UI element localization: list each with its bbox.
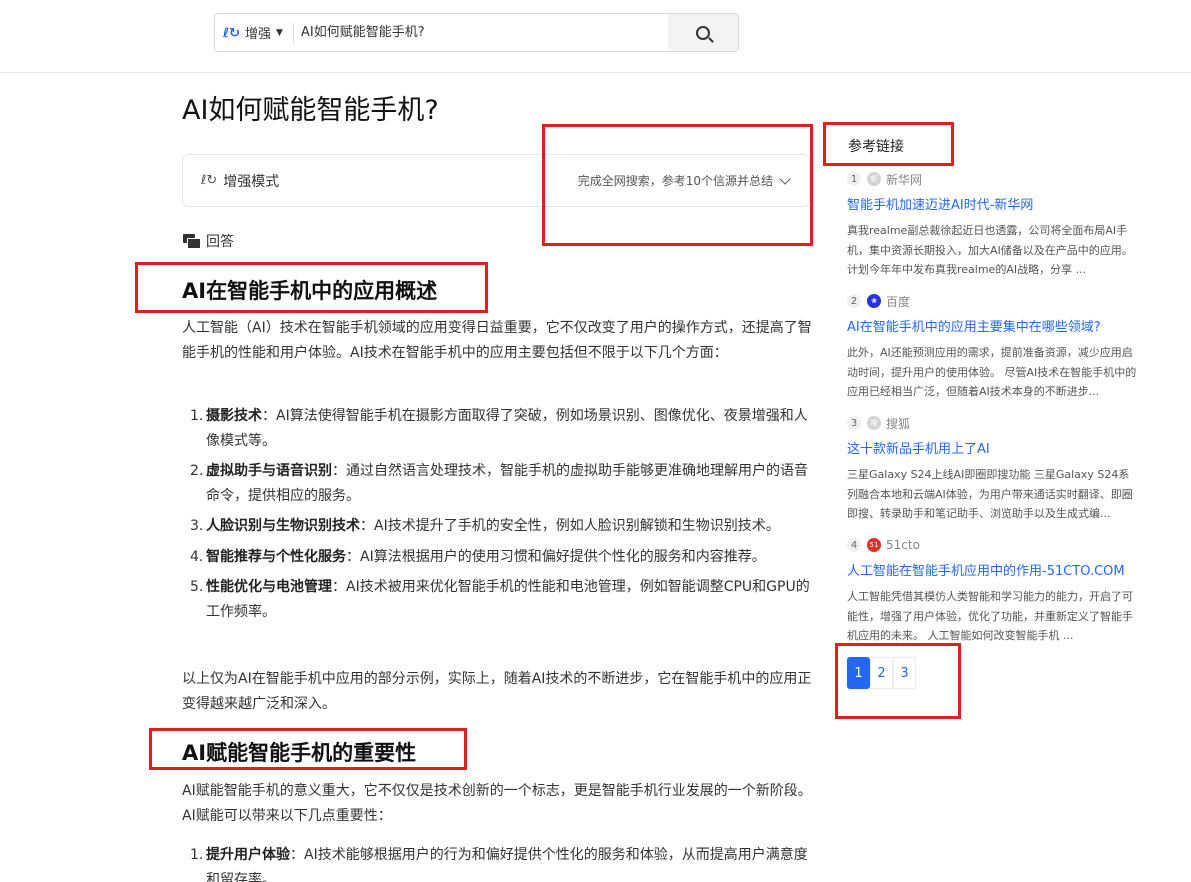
list-text: ：AI算法使得智能手机在摄影方面取得了突破，例如场景识别、图像优化、夜景增强和人… (206, 408, 808, 449)
reference-link[interactable]: 人工智能在智能手机应用中的作用-51CTO.COM (847, 560, 1137, 579)
list-item: 3. 人脸识别与生物识别技术：AI技术提升了手机的安全性，例如人脸识别解锁和生物识… (190, 514, 812, 539)
list-item: 4. 智能推荐与个性化服务：AI算法根据用户的使用习惯和偏好提供个性化的服务和内容… (190, 545, 812, 570)
reference-meta: 3 搜 搜狐 (847, 414, 1137, 432)
reference-index: 2 (847, 294, 861, 308)
list-number: 3. (190, 518, 204, 534)
list-term: 智能推荐与个性化服务 (206, 548, 346, 565)
reference-index: 4 (847, 538, 861, 552)
51cto-icon: 51 (867, 538, 881, 552)
reference-source: 51cto (886, 538, 920, 552)
answer-label: 回答 (183, 231, 234, 251)
reference-item[interactable]: 1 新 新华网 智能手机加速迈进AI时代-新华网 真我realme副总裁徐起近日… (847, 170, 1137, 280)
pagination: 1 2 3 (847, 657, 916, 689)
reference-source: 百度 (886, 294, 911, 309)
page-button-2[interactable]: 2 (870, 657, 893, 689)
xinhua-icon: 新 (867, 172, 881, 186)
search-input[interactable]: AI如何赋能智能手机? (301, 14, 425, 51)
list-term: 性能优化与电池管理 (206, 579, 332, 595)
page-button-1[interactable]: 1 (847, 657, 870, 689)
enhance-mode-icon: ℓ↻ (223, 25, 241, 41)
reference-source: 新华网 (886, 172, 923, 187)
list-number: 4. (190, 548, 204, 565)
references-title: 参考链接 (848, 139, 904, 155)
search-button[interactable] (668, 14, 738, 51)
reference-meta: 1 新 新华网 (847, 170, 1137, 188)
section-heading: AI在智能手机中的应用概述 (182, 279, 438, 303)
enhance-mode-icon: ℓ↻ (201, 173, 218, 188)
list-number: 1. (190, 847, 204, 863)
list-term: 提升用户体验 (206, 847, 290, 863)
section-intro: 人工智能（AI）技术在智能手机领域的应用变得日益重要，它不仅改变了用户的操作方式… (182, 320, 812, 361)
list-term: 虚拟助手与语音识别 (206, 463, 332, 479)
search-status-toggle[interactable]: 完成全网搜索，参考10个信源并总结 (577, 155, 791, 206)
reference-link[interactable]: 智能手机加速迈进AI时代-新华网 (847, 194, 1137, 213)
list-text: ：AI技术能够根据用户的行为和偏好提供个性化的服务和体验，从而提高用户满意度和留… (206, 847, 808, 882)
list-item: 2. 虚拟助手与语音识别：通过自然语言处理技术，智能手机的虚拟助手能够更准确地理解… (190, 459, 812, 508)
search-box[interactable]: ℓ↻ 增强 ▼ AI如何赋能智能手机? (214, 13, 739, 52)
top-bar: ℓ↻ 增强 ▼ AI如何赋能智能手机? (0, 0, 1191, 73)
section-list: 1. 提升用户体验：AI技术能够根据用户的行为和偏好提供个性化的服务和体验，从而提… (190, 843, 812, 882)
search-icon (696, 25, 710, 40)
reference-snippet: 此外，AI还能预测应用的需求，提前准备资源，减少应用启动时间，提升用户的使用体验… (847, 346, 1137, 398)
divider (293, 23, 294, 42)
section-heading: AI赋能智能手机的重要性 (182, 741, 417, 765)
mode-select-label: 增强 (245, 27, 272, 42)
mode-select[interactable]: ℓ↻ 增强 ▼ (223, 14, 283, 51)
list-item: 1. 提升用户体验：AI技术能够根据用户的行为和偏好提供个性化的服务和体验，从而提… (190, 843, 812, 882)
reference-item[interactable]: 4 51 51cto 人工智能在智能手机应用中的作用-51CTO.COM 人工智… (847, 536, 1137, 646)
list-number: 2. (190, 463, 204, 479)
reference-snippet: 真我realme副总裁徐起近日也透露，公司将全面布局AI手机，集中资源长期投入，… (847, 224, 1133, 276)
mode-card-label-text: 增强模式 (223, 173, 280, 190)
page-title: AI如何赋能智能手机? (182, 95, 439, 126)
section-list: 1. 摄影技术：AI算法使得智能手机在摄影方面取得了突破，例如场景识别、图像优化、… (190, 404, 812, 630)
reference-meta: 2 ❀ 百度 (847, 292, 1137, 310)
answer-label-text: 回答 (206, 234, 234, 250)
chat-icon (183, 234, 201, 249)
baidu-paw-icon: ❀ (867, 294, 881, 308)
page-button-3[interactable]: 3 (893, 657, 916, 689)
reference-meta: 4 51 51cto (847, 536, 1137, 554)
reference-link[interactable]: AI在智能手机中的应用主要集中在哪些领域? (847, 316, 1137, 335)
list-term: 摄影技术 (206, 408, 262, 424)
list-item: 5. 性能优化与电池管理：AI技术被用来优化智能手机的性能和电池管理，例如智能调整… (190, 575, 812, 624)
list-text: ：AI算法根据用户的使用习惯和偏好提供个性化的服务和内容推荐。 (346, 548, 766, 565)
reference-source: 搜狐 (886, 416, 911, 431)
sohu-icon: 搜 (867, 416, 881, 430)
reference-index: 3 (847, 416, 861, 430)
reference-link[interactable]: 这十款新品手机用上了AI (847, 438, 1137, 457)
reference-item[interactable]: 3 搜 搜狐 这十款新品手机用上了AI 三星Galaxy S24上线AI即圈即搜… (847, 414, 1137, 524)
mode-card[interactable]: ℓ↻ 增强模式 完成全网搜索，参考10个信源并总结 (182, 154, 810, 207)
caret-down-icon: ▼ (276, 27, 283, 38)
reference-item[interactable]: 2 ❀ 百度 AI在智能手机中的应用主要集中在哪些领域? 此外，AI还能预测应用… (847, 292, 1137, 402)
list-number: 1. (190, 408, 204, 424)
list-number: 5. (190, 579, 204, 595)
section-intro: AI赋能智能手机的意义重大，它不仅仅是技术创新的一个标志，更是智能手机行业发展的… (182, 783, 812, 824)
reference-snippet: 三星Galaxy S24上线AI即圈即搜功能 三星Galaxy S24系列融合本… (847, 468, 1133, 520)
section-outro: 以上仅为AI在智能手机中应用的部分示例，实际上，随着AI技术的不断进步，它在智能… (182, 671, 812, 712)
list-item: 1. 摄影技术：AI算法使得智能手机在摄影方面取得了突破，例如场景识别、图像优化、… (190, 404, 812, 453)
chevron-down-icon (779, 172, 791, 185)
mode-card-label: ℓ↻ 增强模式 (201, 155, 279, 206)
list-term: 人脸识别与生物识别技术 (206, 518, 360, 534)
search-status-text: 完成全网搜索，参考10个信源并总结 (577, 174, 773, 188)
reference-index: 1 (847, 172, 861, 186)
list-text: ：AI技术提升了手机的安全性，例如人脸识别解锁和生物识别技术。 (360, 518, 780, 534)
reference-snippet: 人工智能凭借其模仿人类智能和学习能力的能力，开启了可能性，增强了用户体验，优化了… (847, 590, 1133, 642)
